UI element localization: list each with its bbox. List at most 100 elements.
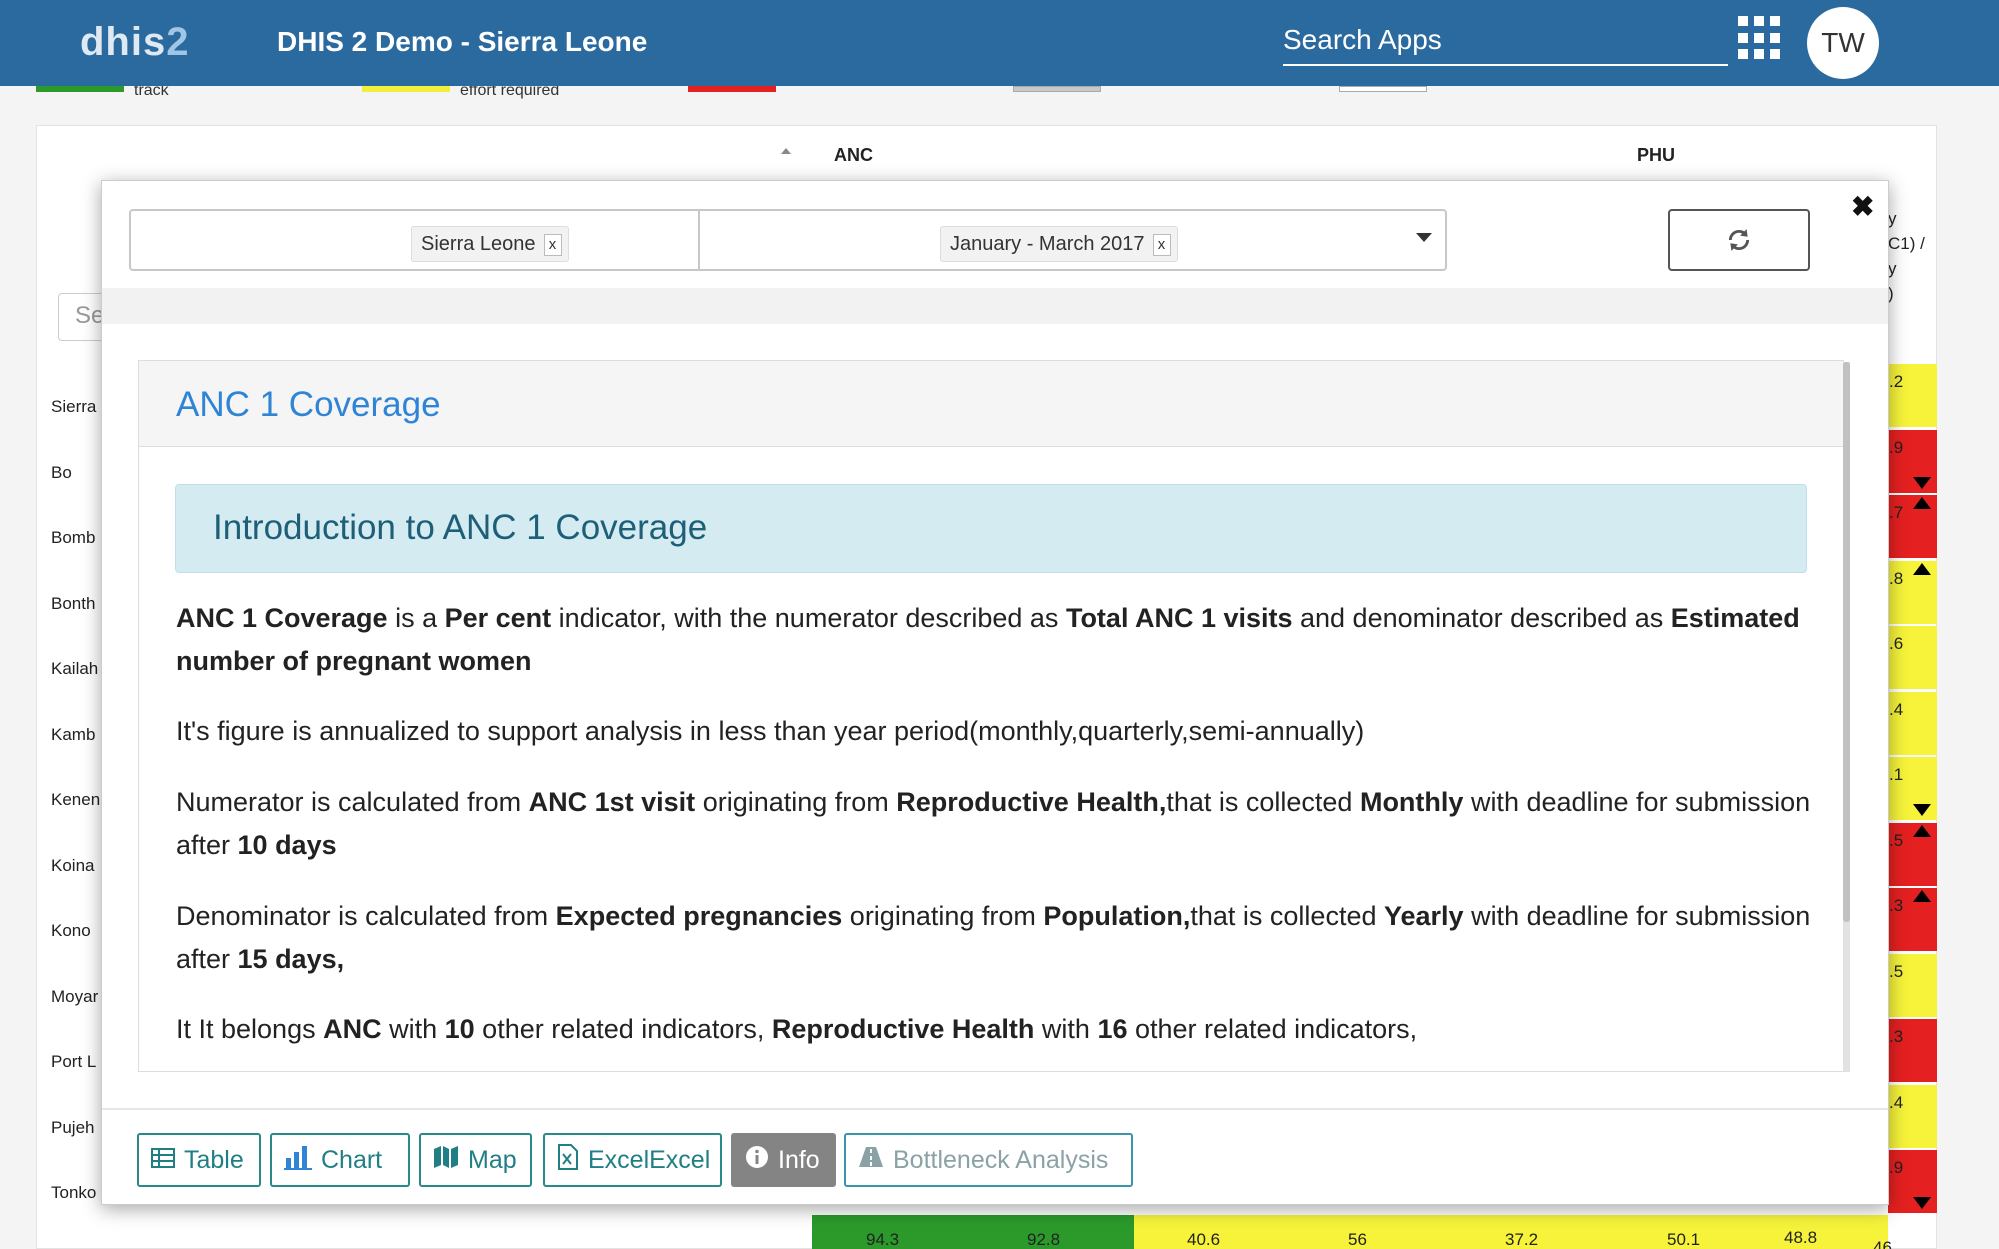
text-run: and denominator described as: [1292, 603, 1671, 633]
total-row-green-cells: [812, 1215, 1134, 1249]
legend-swatch-yellow: [362, 86, 450, 92]
excel-button[interactable]: ExcelExcel: [543, 1133, 722, 1187]
remove-period-icon[interactable]: x: [1152, 234, 1171, 256]
bottleneck-analysis-button[interactable]: Bottleneck Analysis: [844, 1133, 1133, 1187]
score-cell: .5: [1888, 954, 1937, 1017]
column-header-anc[interactable]: ANC: [834, 145, 873, 166]
denominator-element: Expected pregnancies: [555, 901, 843, 931]
header-fragment-line: C1) /: [1888, 234, 1925, 253]
score-cell: .4: [1888, 1085, 1937, 1148]
close-icon[interactable]: ✖: [1851, 190, 1874, 223]
chart-button[interactable]: Chart: [270, 1133, 410, 1187]
row-label[interactable]: Moyar: [51, 987, 101, 1007]
score-cell: .1: [1888, 757, 1937, 820]
row-label[interactable]: Pujeh: [51, 1118, 101, 1138]
numerator-name: Total ANC 1 visits: [1065, 603, 1293, 633]
filter-divider: [698, 209, 700, 271]
period-chip[interactable]: January - March 2017 x: [940, 226, 1178, 262]
numerator-deadline: 10 days: [237, 830, 337, 860]
sort-caret-icon[interactable]: [781, 148, 791, 154]
trend-down-icon: [1913, 804, 1931, 816]
column-header-phu[interactable]: PHU: [1637, 145, 1675, 166]
table-icon: [151, 1146, 175, 1175]
column-header-fragment: y C1) / y ): [1888, 206, 1925, 306]
row-label[interactable]: Bo: [51, 463, 101, 483]
panel-heading: ANC 1 Coverage: [139, 361, 1843, 447]
group-name: Reproductive Health: [771, 1014, 1035, 1044]
remove-org-unit-icon[interactable]: x: [543, 234, 562, 256]
period-chip-label: January - March 2017: [950, 233, 1145, 255]
apps-grid-icon[interactable]: [1738, 16, 1782, 60]
text-run: is a: [387, 603, 445, 633]
text-run: originating from: [842, 901, 1044, 931]
annualized-note: It's figure is annualized to support ana…: [176, 716, 1365, 746]
text-run: It It belongs: [176, 1014, 324, 1044]
total-row-value: 48.8: [1784, 1228, 1818, 1247]
search-apps-input[interactable]: Search Apps: [1283, 18, 1728, 66]
excel-button-label: ExcelExcel: [588, 1145, 711, 1174]
map-button[interactable]: Map: [419, 1133, 532, 1187]
table-button-label: Table: [184, 1145, 244, 1174]
score-cell-value: .3: [1889, 1027, 1904, 1046]
numerator-frequency: Monthly: [1359, 787, 1464, 817]
row-label[interactable]: Tonko: [51, 1183, 101, 1203]
row-label[interactable]: Koina: [51, 856, 101, 876]
legend-swatch-white: [1339, 86, 1427, 92]
dhis2-logo[interactable]: dhis2: [80, 20, 189, 65]
score-cell: .4: [1888, 692, 1937, 755]
panel-scrollbar-thumb[interactable]: [1843, 362, 1850, 922]
indicator-type: Per cent: [444, 603, 552, 633]
org-unit-chip[interactable]: Sierra Leone x: [411, 226, 569, 262]
score-cell-value: .5: [1889, 831, 1904, 850]
trend-up-icon: [1913, 825, 1931, 837]
table-button[interactable]: Table: [137, 1133, 261, 1187]
text-run: that is collected: [1166, 787, 1360, 817]
score-cell: .6: [1888, 626, 1937, 689]
row-label[interactable]: Kenen: [51, 790, 101, 810]
row-label[interactable]: Bomb: [51, 528, 101, 548]
refresh-icon: [1728, 229, 1750, 251]
indicator-name: ANC 1 Coverage: [176, 603, 388, 633]
row-label[interactable]: Bonth: [51, 594, 101, 614]
score-cell-value: .3: [1889, 896, 1904, 915]
score-cell: .8: [1888, 561, 1937, 624]
row-label[interactable]: Kailah: [51, 659, 101, 679]
score-cell: .5: [1888, 823, 1937, 886]
score-cell: .3: [1888, 1019, 1937, 1082]
text-run: Numerator is calculated from: [176, 787, 529, 817]
row-label[interactable]: Port L: [51, 1052, 101, 1072]
info-icon: [745, 1145, 769, 1176]
trend-down-icon: [1913, 477, 1931, 489]
score-cell-value: .9: [1889, 1158, 1904, 1177]
total-row-value: 40.6: [1187, 1230, 1221, 1249]
score-cell-value: .1: [1889, 765, 1904, 784]
info-button[interactable]: Info: [731, 1133, 836, 1187]
text-run: with: [1034, 1014, 1098, 1044]
refresh-button[interactable]: [1668, 209, 1810, 271]
period-dropdown-caret-icon[interactable]: [1416, 233, 1432, 242]
group-name: ANC: [323, 1014, 382, 1044]
total-row-value: 37.2: [1505, 1230, 1539, 1249]
total-row-value: 46: [1873, 1238, 1892, 1249]
excel-file-icon: [557, 1143, 579, 1177]
row-label[interactable]: Kamb: [51, 725, 101, 745]
map-icon: [433, 1145, 459, 1176]
group-count: 16: [1097, 1014, 1128, 1044]
score-cell-value: .4: [1889, 700, 1904, 719]
score-cell-value: .5: [1889, 962, 1904, 981]
header-fragment-line: y: [1888, 209, 1897, 228]
logo-number: 2: [166, 20, 190, 64]
map-button-label: Map: [468, 1145, 517, 1174]
text-run: that is collected: [1190, 901, 1384, 931]
row-label[interactable]: Sierra: [51, 397, 101, 417]
filter-bar: [129, 209, 1447, 271]
score-cell-value: .6: [1889, 634, 1904, 653]
score-cell-value: .7: [1889, 503, 1904, 522]
indicator-description: ANC 1 Coverage is a Per cent indicator, …: [176, 597, 1816, 683]
logo-text: dhis: [80, 20, 167, 64]
text-run: with: [381, 1014, 445, 1044]
text-run: other related indicators,: [1127, 1014, 1418, 1044]
row-label[interactable]: Kono: [51, 921, 101, 941]
user-avatar[interactable]: TW: [1807, 7, 1879, 79]
total-row-value: 92.8: [1027, 1230, 1061, 1249]
